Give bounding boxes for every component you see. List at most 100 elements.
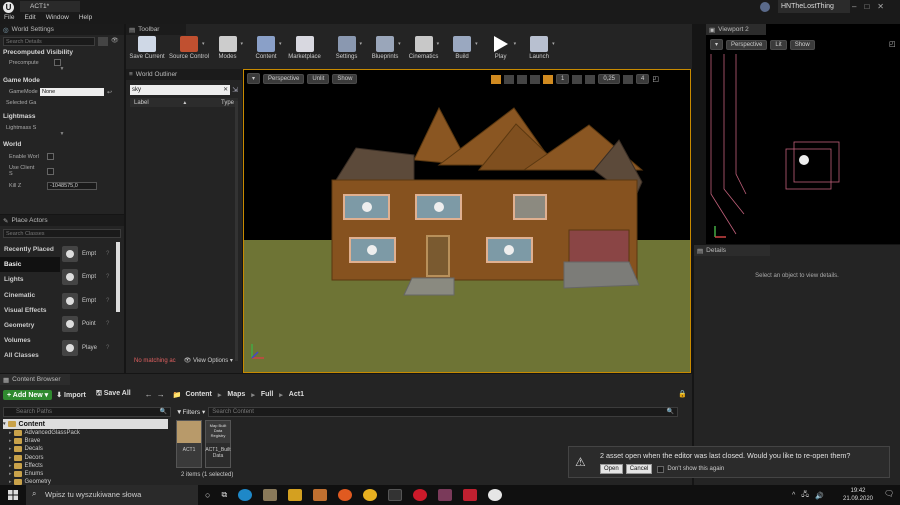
- asset-tile[interactable]: ACT1: [176, 420, 202, 468]
- category-visual-effects[interactable]: Visual Effects: [0, 303, 60, 318]
- menu-help[interactable]: Help: [79, 14, 92, 21]
- category-geometry[interactable]: Geometry: [0, 318, 60, 333]
- category-lights[interactable]: Lights: [0, 272, 60, 287]
- maximize-viewport-icon[interactable]: ◰: [652, 75, 659, 83]
- lock-icon[interactable]: 🔒: [678, 390, 687, 398]
- tree-expand-arrow-icon[interactable]: ▸: [9, 430, 12, 436]
- menu-window[interactable]: Window: [46, 14, 69, 21]
- view-options-button[interactable]: 👁 View Options ▾: [184, 357, 233, 364]
- main-viewport[interactable]: ▾ Perspective Unlit Show 1 0,25 4 ◰: [243, 69, 691, 373]
- show-button[interactable]: Show: [332, 73, 358, 84]
- asset-tile[interactable]: Map Built Data Registry ACT1_BuiltData: [205, 420, 231, 468]
- house-model[interactable]: [244, 70, 691, 373]
- scale-snap-icon[interactable]: [585, 74, 596, 84]
- breadcrumb-item[interactable]: Content: [185, 391, 211, 398]
- viewport-2-lit-button[interactable]: Lit: [770, 39, 787, 50]
- toolbar-dropdown-icon[interactable]: ▾: [241, 41, 244, 47]
- outliner-options-icon[interactable]: ⇲: [232, 86, 238, 94]
- store-icon[interactable]: [263, 489, 278, 501]
- tree-expand-arrow-icon[interactable]: ▾: [3, 421, 6, 427]
- volume-icon[interactable]: 🔊: [815, 492, 824, 500]
- section-world[interactable]: World: [3, 141, 121, 148]
- precompute-checkbox[interactable]: [53, 59, 61, 66]
- category-all-classes[interactable]: All Classes: [0, 348, 60, 363]
- category-basic[interactable]: Basic: [0, 257, 60, 273]
- world-space-icon[interactable]: [530, 74, 540, 84]
- toolbar-dropdown-icon[interactable]: ▾: [475, 41, 478, 47]
- app-icon[interactable]: [463, 489, 478, 501]
- eye-icon[interactable]: 👁: [111, 37, 121, 46]
- viewport-2-panel[interactable]: ▣ Viewport 2 ▾ Perspective Lit Show ◰: [706, 24, 900, 244]
- reset-arrow-icon[interactable]: ↩: [107, 89, 112, 96]
- toolbar-tab[interactable]: ▤ Toolbar: [126, 24, 186, 35]
- scale-snap-value[interactable]: 0,25: [598, 74, 621, 84]
- tray-chevron-icon[interactable]: ^: [792, 492, 795, 499]
- menu-file[interactable]: File: [4, 14, 14, 21]
- place-actors-tab[interactable]: ✎ Place Actors: [0, 215, 124, 226]
- place-actors-scrollbar[interactable]: [116, 242, 120, 312]
- viewport-2-show-button[interactable]: Show: [789, 39, 815, 50]
- tree-expand-arrow-icon[interactable]: ▸: [9, 438, 12, 444]
- selected-gamemode-label[interactable]: Selected Ga: [6, 100, 121, 106]
- rotation-snap-icon[interactable]: [572, 74, 583, 84]
- column-type[interactable]: Type: [221, 100, 234, 106]
- tree-expand-arrow-icon[interactable]: ▸: [9, 446, 12, 452]
- modes-button[interactable]: Modes: [207, 36, 249, 60]
- expand-arrow-icon[interactable]: ▼: [3, 131, 121, 137]
- section-game-mode[interactable]: Game Mode: [3, 77, 121, 84]
- firefox-icon[interactable]: [338, 489, 353, 501]
- tree-expand-arrow-icon[interactable]: ▸: [9, 455, 12, 461]
- viewport-2-perspective-button[interactable]: Perspective: [726, 39, 768, 50]
- build-button[interactable]: Build: [441, 36, 483, 60]
- breadcrumb-item[interactable]: Act1: [289, 391, 304, 398]
- app-icon[interactable]: [313, 489, 328, 501]
- expand-arrow-icon[interactable]: ▼: [3, 66, 121, 72]
- import-button[interactable]: ⬇ Import: [56, 391, 86, 399]
- details-search-input[interactable]: Search Details: [3, 37, 95, 46]
- viewport-options-dropdown[interactable]: ▾: [247, 73, 261, 84]
- app-icon[interactable]: [438, 489, 453, 501]
- snap-value[interactable]: 1: [556, 74, 570, 84]
- breadcrumb-separator-icon[interactable]: ▸: [251, 391, 255, 399]
- outliner-scrollbar[interactable]: [235, 101, 238, 361]
- document-tab[interactable]: ACT1*: [20, 1, 80, 12]
- toolbar-dropdown-icon[interactable]: ▾: [360, 41, 363, 47]
- use-client-checkbox[interactable]: [47, 167, 54, 175]
- help-icon[interactable]: ?: [106, 298, 109, 304]
- app-icon[interactable]: [388, 489, 403, 501]
- category-cinematic[interactable]: Cinematic: [0, 288, 60, 303]
- gamemode-select[interactable]: None: [40, 88, 104, 96]
- help-icon[interactable]: ?: [106, 274, 109, 280]
- back-arrow-icon[interactable]: ←: [145, 390, 153, 399]
- world-settings-tab[interactable]: ◎ World Settings: [0, 24, 124, 35]
- folder-icon[interactable]: 📁: [173, 391, 182, 399]
- launch-button[interactable]: Launch: [518, 36, 560, 60]
- close-icon[interactable]: ✕: [877, 2, 884, 11]
- unlit-button[interactable]: Unlit: [307, 73, 330, 84]
- sort-arrow-icon[interactable]: ▲: [182, 100, 187, 106]
- scale-mode-icon[interactable]: [517, 74, 527, 84]
- grid-snap-icon[interactable]: [543, 74, 553, 84]
- breadcrumb-item[interactable]: Maps: [227, 391, 245, 398]
- help-icon[interactable]: ?: [106, 251, 109, 257]
- cortana-icon[interactable]: ○: [205, 490, 210, 500]
- tree-folder-item[interactable]: ▸ Decals: [3, 445, 168, 453]
- actor-item[interactable]: Empt?: [62, 266, 114, 290]
- menu-edit[interactable]: Edit: [24, 14, 35, 21]
- actor-item[interactable]: Playe?: [62, 336, 114, 360]
- world-outliner-tab[interactable]: ≡ World Outliner: [126, 69, 242, 80]
- tree-root-content[interactable]: ▾ Content: [3, 419, 168, 429]
- user-avatar-icon[interactable]: [760, 2, 770, 12]
- details-tab[interactable]: ▤ Details: [694, 245, 770, 256]
- breadcrumb-item[interactable]: Full: [261, 391, 273, 398]
- search-content-input[interactable]: Search Content 🔍: [208, 407, 678, 417]
- dont-show-checkbox[interactable]: [657, 465, 665, 473]
- taskbar-search-box[interactable]: ⌕ Wpisz tu wyszukiwane słowa: [26, 485, 198, 505]
- filters-button[interactable]: ▼Filters ▾: [176, 408, 205, 416]
- tree-folder-item[interactable]: ▸ Enums: [3, 470, 168, 478]
- toolbar-dropdown-icon[interactable]: ▾: [514, 41, 517, 47]
- enable-world-checkbox[interactable]: [47, 153, 54, 160]
- actor-item[interactable]: Empt?: [62, 289, 114, 313]
- viewport-2-tab[interactable]: ▣ Viewport 2: [706, 24, 766, 35]
- content-button[interactable]: Content: [245, 36, 287, 60]
